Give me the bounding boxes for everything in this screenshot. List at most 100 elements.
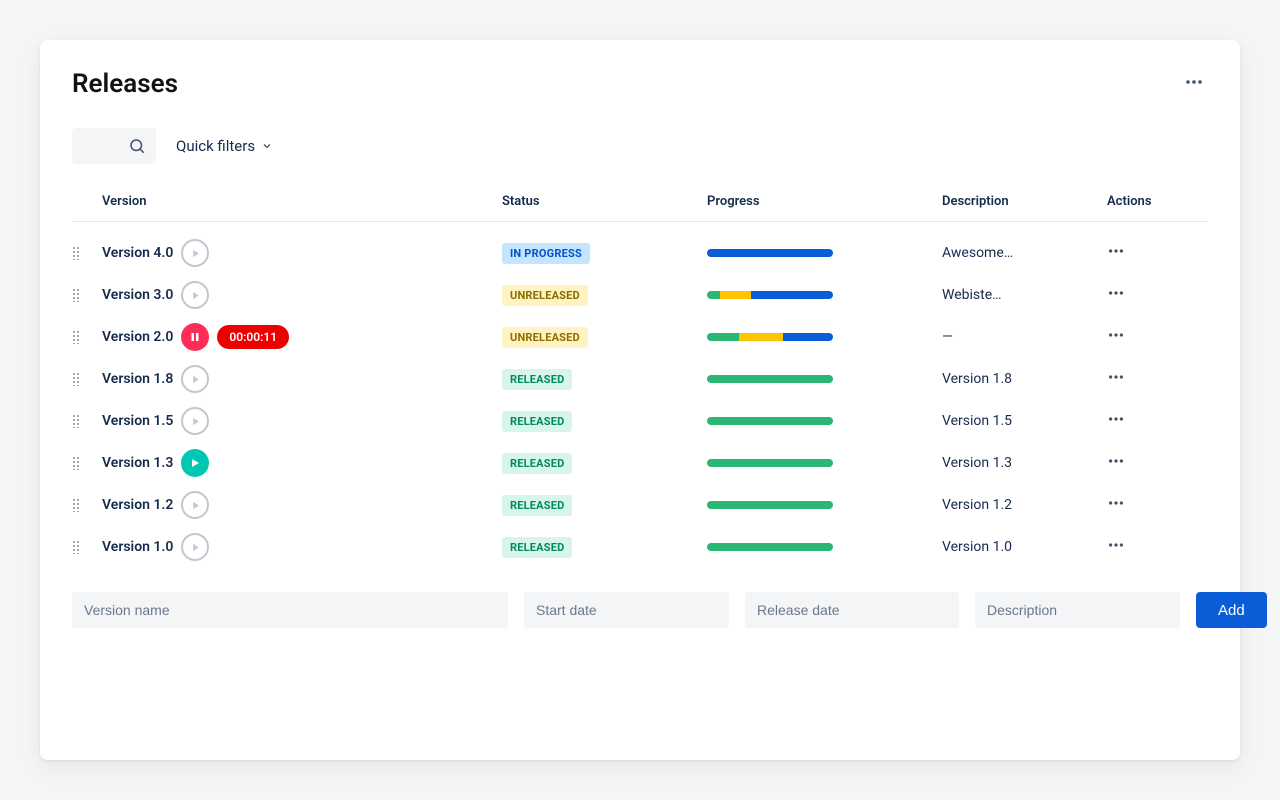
row-actions-button[interactable] <box>1107 452 1187 474</box>
timer-badge: 00:00:11 <box>217 325 289 349</box>
release-date-input[interactable] <box>745 592 959 628</box>
progress-cell <box>707 501 942 509</box>
row-actions-button[interactable] <box>1107 410 1187 432</box>
drag-handle[interactable] <box>72 330 102 344</box>
quick-filters-dropdown[interactable]: Quick filters <box>176 137 273 155</box>
drag-handle[interactable] <box>72 498 102 512</box>
progress-bar <box>707 417 833 425</box>
progress-segment <box>739 333 783 341</box>
progress-bar <box>707 459 833 467</box>
row-actions-button[interactable] <box>1107 242 1187 264</box>
description-input[interactable] <box>975 592 1180 628</box>
panel-more-button[interactable] <box>1180 68 1208 100</box>
version-cell: Version 1.5 <box>102 407 502 435</box>
progress-cell <box>707 249 942 257</box>
play-button[interactable] <box>181 365 209 393</box>
description-cell: Version 1.2 <box>942 497 1092 513</box>
description-cell: Version 1.0 <box>942 539 1092 555</box>
table-row: Version 2.0 00:00:11 UNRELEASED — <box>72 316 1208 358</box>
drag-icon <box>72 498 80 512</box>
status-badge: UNRELEASED <box>502 285 588 306</box>
progress-segment <box>707 333 739 341</box>
progress-bar <box>707 249 833 257</box>
table-row: Version 1.5 RELEASED Version 1.5 <box>72 400 1208 442</box>
table-row: Version 1.8 RELEASED Version 1.8 <box>72 358 1208 400</box>
drag-handle[interactable] <box>72 456 102 470</box>
progress-bar <box>707 333 833 341</box>
version-name: Version 1.8 <box>102 371 173 387</box>
version-name: Version 1.3 <box>102 455 173 471</box>
start-date-input[interactable] <box>524 592 729 628</box>
description-cell: — <box>942 329 1092 345</box>
table-row: Version 4.0 IN PROGRESS Awesome… <box>72 232 1208 274</box>
panel-header: Releases <box>72 68 1208 100</box>
status-badge: IN PROGRESS <box>502 243 590 264</box>
table-body: Version 4.0 IN PROGRESS Awesome… Version… <box>72 222 1208 568</box>
play-button[interactable] <box>181 281 209 309</box>
version-name: Version 2.0 <box>102 329 173 345</box>
progress-segment <box>707 543 833 551</box>
row-actions-button[interactable] <box>1107 494 1187 516</box>
progress-cell <box>707 417 942 425</box>
table-row: Version 1.2 RELEASED Version 1.2 <box>72 484 1208 526</box>
more-horizontal-icon <box>1107 284 1125 302</box>
progress-cell <box>707 333 942 341</box>
releases-panel: Releases Quick filters Version Status Pr… <box>40 40 1240 760</box>
progress-cell <box>707 375 942 383</box>
drag-icon <box>72 372 80 386</box>
more-horizontal-icon <box>1107 536 1125 554</box>
pause-button[interactable] <box>181 323 209 351</box>
version-name: Version 4.0 <box>102 245 173 261</box>
progress-segment <box>720 291 752 299</box>
drag-handle[interactable] <box>72 288 102 302</box>
play-button[interactable] <box>181 407 209 435</box>
description-cell: Version 1.5 <box>942 413 1092 429</box>
progress-bar <box>707 501 833 509</box>
status-cell: RELEASED <box>502 368 707 390</box>
progress-cell <box>707 543 942 551</box>
version-cell: Version 3.0 <box>102 281 502 309</box>
add-button[interactable]: Add <box>1196 592 1267 628</box>
play-button-active[interactable] <box>181 449 209 477</box>
progress-cell <box>707 459 942 467</box>
description-cell: Awesome… <box>942 245 1092 261</box>
row-actions-button[interactable] <box>1107 368 1187 390</box>
progress-cell <box>707 291 942 299</box>
pause-icon <box>190 332 200 342</box>
version-name: Version 3.0 <box>102 287 173 303</box>
version-cell: Version 1.3 <box>102 449 502 477</box>
progress-bar <box>707 375 833 383</box>
drag-handle[interactable] <box>72 540 102 554</box>
drag-handle[interactable] <box>72 246 102 260</box>
column-description: Description <box>942 194 1107 209</box>
status-cell: RELEASED <box>502 536 707 558</box>
drag-icon <box>72 414 80 428</box>
play-button[interactable] <box>181 491 209 519</box>
status-cell: UNRELEASED <box>502 284 707 306</box>
version-cell: Version 1.8 <box>102 365 502 393</box>
progress-bar <box>707 291 833 299</box>
table-row: Version 1.3 RELEASED Version 1.3 <box>72 442 1208 484</box>
version-name-input[interactable] <box>72 592 508 628</box>
version-cell: Version 1.0 <box>102 533 502 561</box>
row-actions-button[interactable] <box>1107 326 1187 348</box>
version-cell: Version 2.0 00:00:11 <box>102 323 502 351</box>
status-cell: UNRELEASED <box>502 326 707 348</box>
description-cell: Version 1.3 <box>942 455 1092 471</box>
more-horizontal-icon <box>1107 242 1125 260</box>
more-horizontal-icon <box>1107 410 1125 428</box>
row-actions-button[interactable] <box>1107 536 1187 558</box>
row-actions-button[interactable] <box>1107 284 1187 306</box>
more-horizontal-icon <box>1107 452 1125 470</box>
play-button[interactable] <box>181 533 209 561</box>
play-icon <box>191 249 200 258</box>
search-input[interactable] <box>72 128 156 164</box>
play-icon <box>191 501 200 510</box>
play-button[interactable] <box>181 239 209 267</box>
drag-handle[interactable] <box>72 414 102 428</box>
drag-handle[interactable] <box>72 372 102 386</box>
table-row: Version 3.0 UNRELEASED Webiste… <box>72 274 1208 316</box>
drag-icon <box>72 330 80 344</box>
table-row: Version 1.0 RELEASED Version 1.0 <box>72 526 1208 568</box>
progress-segment <box>707 459 833 467</box>
